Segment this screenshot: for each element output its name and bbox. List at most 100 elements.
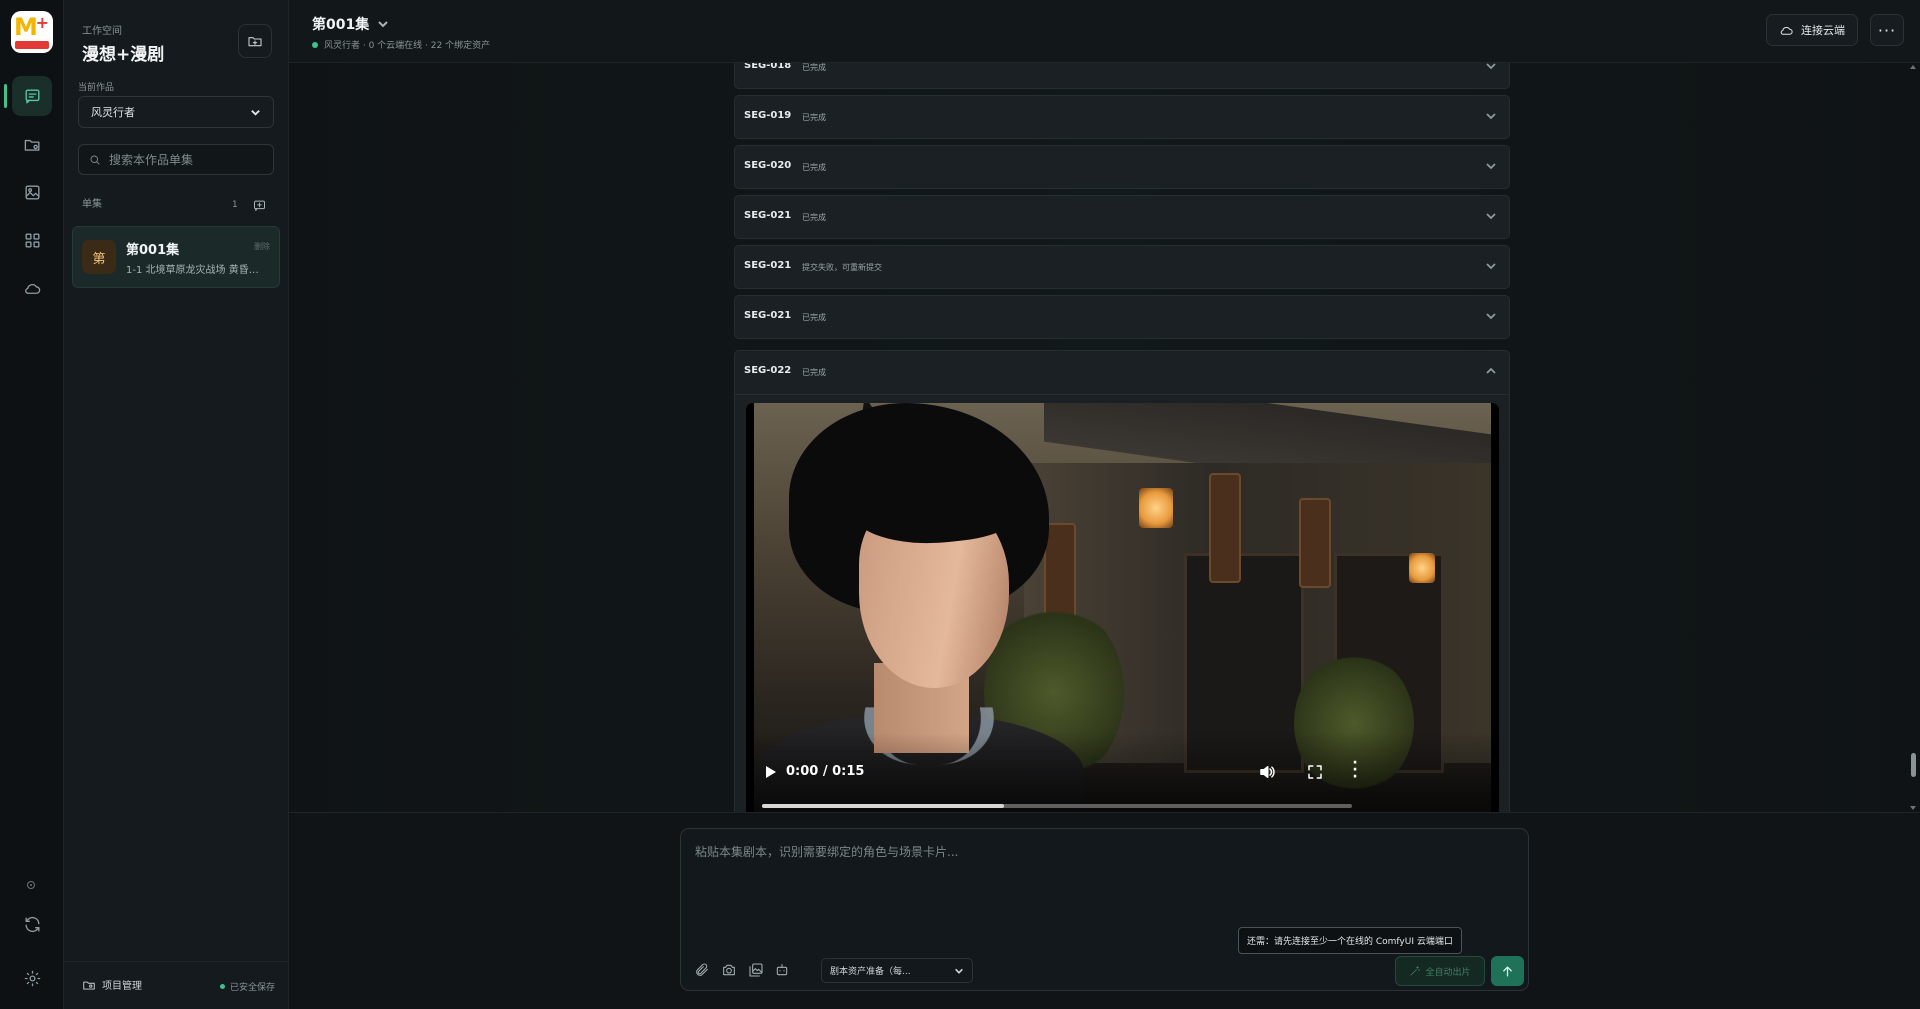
auto-produce-label: 全自动出片	[1425, 967, 1471, 978]
chevron-down-icon	[1486, 163, 1496, 170]
current-work-value: 风灵行者	[91, 106, 135, 119]
segment-id: SEG-021	[744, 210, 792, 221]
segment-row[interactable]: SEG-020 已完成	[734, 145, 1510, 189]
logo-bar	[15, 41, 49, 49]
chevron-down-icon	[1486, 63, 1496, 70]
status-dot-icon	[27, 881, 35, 889]
chevron-down-icon	[251, 109, 260, 116]
scroll-up-icon[interactable]	[1910, 65, 1916, 69]
segment-status: 已完成	[802, 163, 826, 172]
logo-plus: +	[35, 13, 49, 32]
fullscreen-icon	[1308, 765, 1322, 779]
gear-icon	[24, 970, 40, 986]
more-options-button[interactable]: ···	[1870, 14, 1904, 46]
rail-settings-button[interactable]	[12, 958, 52, 998]
scene-sign	[1209, 473, 1241, 583]
connect-cloud-button[interactable]: 连接云端	[1766, 14, 1858, 46]
rail-cloud-button[interactable]	[12, 268, 52, 308]
app-logo[interactable]: M +	[11, 11, 53, 53]
camera-button[interactable]	[718, 959, 740, 981]
rail-chat-button[interactable]	[12, 76, 52, 116]
mode-select-value: 剧本资产准备（每...	[830, 967, 911, 977]
composer: 还需：请先连接至少一个在线的 ComfyUI 云端端口 剧本资产准备（每... …	[680, 828, 1529, 991]
episodes-count: 1	[232, 200, 238, 210]
camera-icon	[723, 964, 735, 976]
wand-icon	[1411, 966, 1421, 976]
arrow-up-icon	[1503, 966, 1512, 976]
segment-row[interactable]: SEG-021 已完成	[734, 195, 1510, 239]
workspace-title: 漫想+漫剧	[82, 45, 165, 65]
scroll-down-icon[interactable]	[1910, 806, 1916, 810]
attach-button[interactable]	[691, 959, 713, 981]
segment-expanded: SEG-022 已完成 0:00 / 0:15 · · ·	[734, 350, 1510, 812]
episode-delete-button[interactable]: 删除	[254, 241, 270, 252]
robot-button[interactable]	[771, 959, 793, 981]
folder-settings-icon	[83, 981, 95, 990]
segment-header[interactable]: SEG-022 已完成	[735, 351, 1509, 395]
segment-status: 已完成	[802, 368, 826, 377]
save-status: 已安全保存	[219, 980, 275, 993]
auto-produce-button[interactable]: 全自动出片	[1395, 956, 1485, 986]
episode-status-line: 风灵行者 · 0 个云端在线 · 22 个绑定资产	[312, 38, 490, 51]
segment-id: SEG-022	[744, 365, 792, 376]
episode-avatar: 第	[82, 240, 116, 274]
segment-scroll-area[interactable]: SEG-018 已完成 SEG-019 已完成 SEG-020 已完成 SEG-…	[289, 63, 1920, 812]
segment-row[interactable]: SEG-019 已完成	[734, 95, 1510, 139]
script-input[interactable]	[695, 843, 1515, 913]
episode-title-dropdown[interactable]: 第001集	[312, 14, 389, 34]
refresh-icon	[24, 916, 40, 932]
image-icon	[24, 184, 40, 200]
left-rail: M +	[0, 0, 64, 1009]
segment-status: 已完成	[802, 113, 826, 122]
video-more-icon[interactable]: · · ·	[1350, 756, 1360, 784]
segment-row[interactable]: SEG-021 已完成	[734, 295, 1510, 339]
video-progress-track[interactable]	[762, 804, 1352, 808]
episode-card[interactable]: 第 第001集 删除 1-1 北境草原龙灾战场 黄昏…	[72, 226, 280, 288]
episode-description: 1-1 北境草原龙灾战场 黄昏…	[126, 265, 259, 276]
new-work-button[interactable]	[238, 24, 272, 58]
project-manage-button[interactable]: 项目管理	[82, 977, 142, 992]
scene-lantern	[1139, 488, 1173, 528]
chat-icon	[24, 88, 40, 104]
rail-active-indicator	[4, 84, 7, 108]
current-work-caption: 当前作品	[78, 83, 115, 93]
segment-row[interactable]: SEG-021 提交失败，可重新提交	[734, 245, 1510, 289]
segment-id: SEG-021	[744, 260, 792, 271]
add-episode-button[interactable]	[250, 196, 268, 214]
episode-name: 第001集	[126, 243, 180, 258]
fullscreen-button[interactable]	[1306, 763, 1324, 781]
play-icon[interactable]	[766, 766, 776, 778]
chevron-down-icon	[1486, 213, 1496, 220]
paperclip-icon	[696, 963, 708, 976]
grid-icon	[24, 232, 40, 248]
logo-m: M	[14, 13, 38, 41]
segment-status: 提交失败，可重新提交	[802, 263, 882, 272]
sidebar: 工作空间 漫想+漫剧 当前作品 风灵行者 单集 1 第 第001集 删除 1-1…	[64, 0, 289, 1009]
rail-assets-button[interactable]	[12, 124, 52, 164]
top-bar: 第001集 风灵行者 · 0 个云端在线 · 22 个绑定资产 连接云端 ···	[289, 0, 1920, 63]
sidebar-footer: 项目管理 已安全保存	[64, 961, 289, 1009]
volume-icon	[1260, 766, 1275, 778]
chevron-down-icon	[1486, 113, 1496, 120]
search-icon	[90, 155, 100, 164]
requirement-tooltip: 还需：请先连接至少一个在线的 ComfyUI 云端端口	[1238, 927, 1462, 954]
chevron-down-icon	[955, 968, 963, 974]
send-button[interactable]	[1491, 956, 1524, 986]
episode-title: 第001集	[312, 17, 370, 33]
rail-sync-button[interactable]	[12, 904, 52, 944]
video-player[interactable]: 0:00 / 0:15 · · ·	[746, 403, 1499, 812]
gallery-button[interactable]	[745, 959, 767, 981]
video-time: 0:00 / 0:15	[786, 764, 865, 779]
volume-button[interactable]	[1258, 763, 1276, 781]
composer-zone: 还需：请先连接至少一个在线的 ComfyUI 云端端口 剧本资产准备（每... …	[289, 812, 1920, 1009]
mode-select[interactable]: 剧本资产准备（每...	[821, 958, 973, 983]
segment-row[interactable]: SEG-018 已完成	[734, 63, 1510, 89]
segment-id: SEG-020	[744, 160, 792, 171]
episode-search-input[interactable]	[109, 152, 259, 167]
rail-apps-button[interactable]	[12, 220, 52, 260]
rail-images-button[interactable]	[12, 172, 52, 212]
save-status-label: 已安全保存	[229, 983, 275, 993]
scroll-thumb[interactable]	[1911, 753, 1916, 777]
main-scrollbar[interactable]	[1910, 63, 1916, 812]
current-work-select[interactable]: 风灵行者	[78, 96, 274, 128]
